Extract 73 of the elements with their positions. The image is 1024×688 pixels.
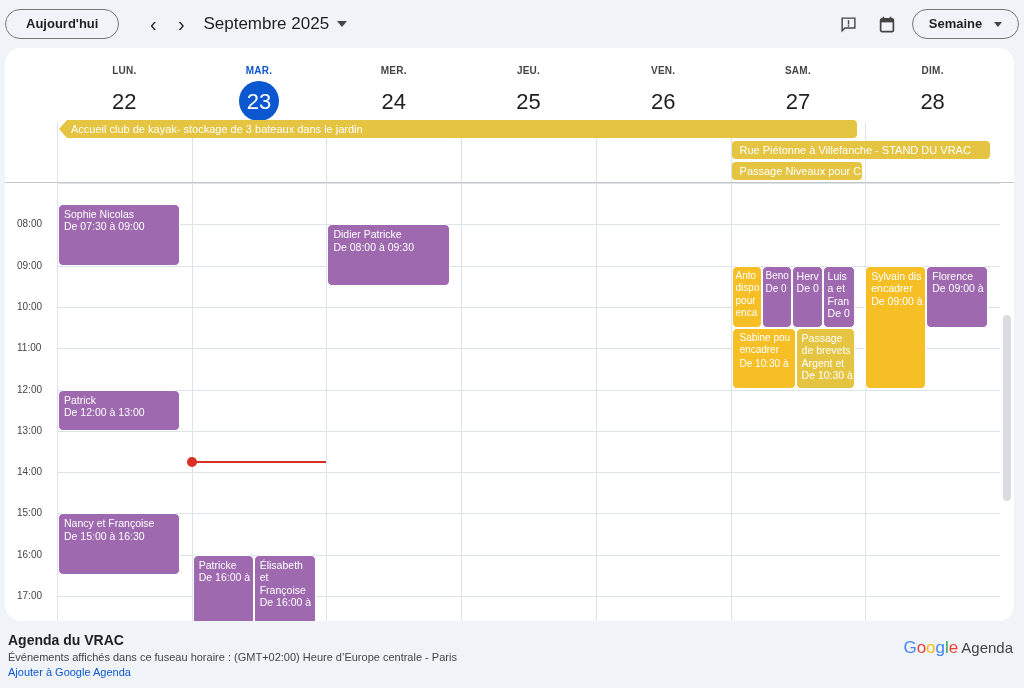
day-name: SAM. — [784, 64, 811, 78]
event-time: De 09:00 à — [932, 282, 985, 296]
event-title: Beno — [765, 269, 790, 283]
event-title: Florence — [932, 269, 975, 283]
hour-label: 17:00 — [17, 591, 43, 601]
event-block[interactable]: Didier Patricke De 08:00 à 09:30 — [327, 224, 451, 287]
caret-icon — [994, 21, 1003, 27]
event-block[interactable]: Sophie Nicolas De 07:30 à 09:00 — [58, 203, 180, 266]
event-block[interactable]: Luis a et Fran De 0 — [822, 265, 855, 328]
scrollbar-thumb[interactable] — [1003, 315, 1011, 501]
calendar-icon[interactable] — [879, 15, 895, 33]
feedback-icon[interactable] — [840, 15, 857, 33]
event-title: Sophie Nicolas — [64, 207, 136, 221]
previous-button[interactable]: ‹ — [141, 12, 166, 36]
day-number[interactable]: 24 — [373, 81, 414, 121]
event-title: Sabine pou encadrer — [739, 331, 792, 357]
day-name: DIM. — [921, 64, 944, 78]
event-time: De 10:30 à — [739, 356, 790, 370]
event-time: De 08:00 à 09:30 — [333, 240, 415, 254]
event-title: Anto dispo pour enca — [735, 269, 761, 320]
day-name: LUN. — [112, 64, 137, 78]
period-dropdown[interactable]: Septembre 2025 — [203, 11, 348, 37]
timezone-note: Événements affichés dans ce fuseau horaire : (GMT+02:00) Heure d’Europe centrale - Paris — [8, 650, 457, 665]
event-title: Patrick — [64, 393, 98, 406]
hour-label: 14:00 — [17, 467, 43, 478]
day-number[interactable]: 28 — [912, 81, 953, 121]
event-time: De 10:30 à — [801, 369, 852, 383]
day-number[interactable]: 27 — [777, 81, 818, 121]
event-title: Luis a et Fran — [827, 269, 851, 308]
event-block[interactable]: Nancy et Françoise De 15:00 à 16:30 — [58, 513, 180, 576]
event-time: De 0 — [765, 282, 788, 296]
product-logo: Google Agenda — [903, 636, 1013, 659]
hour-label: 12:00 — [17, 384, 43, 395]
day-number[interactable]: 22 — [104, 81, 145, 121]
day-name: JEU. — [516, 64, 541, 78]
event-block[interactable]: Beno De 0 — [761, 265, 792, 328]
event-time: De 09:00 à — [871, 294, 924, 308]
event-title: Didier Patricke — [333, 228, 403, 241]
next-button[interactable]: › — [169, 12, 194, 36]
day-name: MAR. — [245, 64, 273, 78]
caret-icon — [337, 21, 348, 27]
hour-label: 08:00 — [17, 219, 43, 230]
event-block[interactable]: Patricke De 16:00 à — [192, 554, 254, 621]
hour-label: 10:00 — [17, 301, 43, 312]
hour-label: 16:00 — [17, 549, 43, 560]
day-name: VEN. — [651, 64, 676, 78]
event-title: Patricke — [198, 558, 238, 572]
event-time: De 0 — [796, 282, 820, 296]
event-block[interactable]: Élisabeth et Françoise De 16:00 à — [253, 554, 316, 621]
hour-label: 11:00 — [17, 343, 42, 354]
hour-label: 13:00 — [17, 425, 43, 436]
event-time: De 07:30 à 09:00 — [64, 220, 146, 234]
event-title: Sylvain dis encadrer — [871, 269, 923, 295]
day-number[interactable]: 23 — [239, 81, 280, 121]
day-number[interactable]: 26 — [643, 81, 684, 121]
event-time: De 16:00 à — [259, 596, 313, 610]
event-time: De 16:00 à — [198, 571, 251, 585]
event-block[interactable]: Florence De 09:00 à — [926, 265, 989, 328]
event-time: De 15:00 à 16:30 — [64, 529, 146, 543]
event-block[interactable]: Patrick De 12:00 à 13:00 — [58, 389, 180, 431]
event-time: De 12:00 à 13:00 — [64, 406, 146, 419]
day-number[interactable]: 25 — [508, 81, 549, 121]
day-name: MER. — [380, 64, 407, 78]
event-title: Passage de brevets Argent et — [801, 331, 852, 370]
event-title: Herv — [796, 269, 820, 283]
hour-label: 09:00 — [17, 260, 43, 271]
hour-label: 15:00 — [17, 508, 43, 519]
event-title: Élisabeth et Françoise — [259, 558, 307, 597]
event-time: De 0 — [827, 307, 851, 321]
add-to-calendar-link[interactable]: Ajouter à Google Agenda — [8, 665, 457, 680]
event-block[interactable]: Herv De 0 — [791, 265, 823, 328]
calendar-name: Agenda du VRAC — [8, 631, 125, 649]
event-title: Nancy et Françoise — [64, 517, 156, 530]
